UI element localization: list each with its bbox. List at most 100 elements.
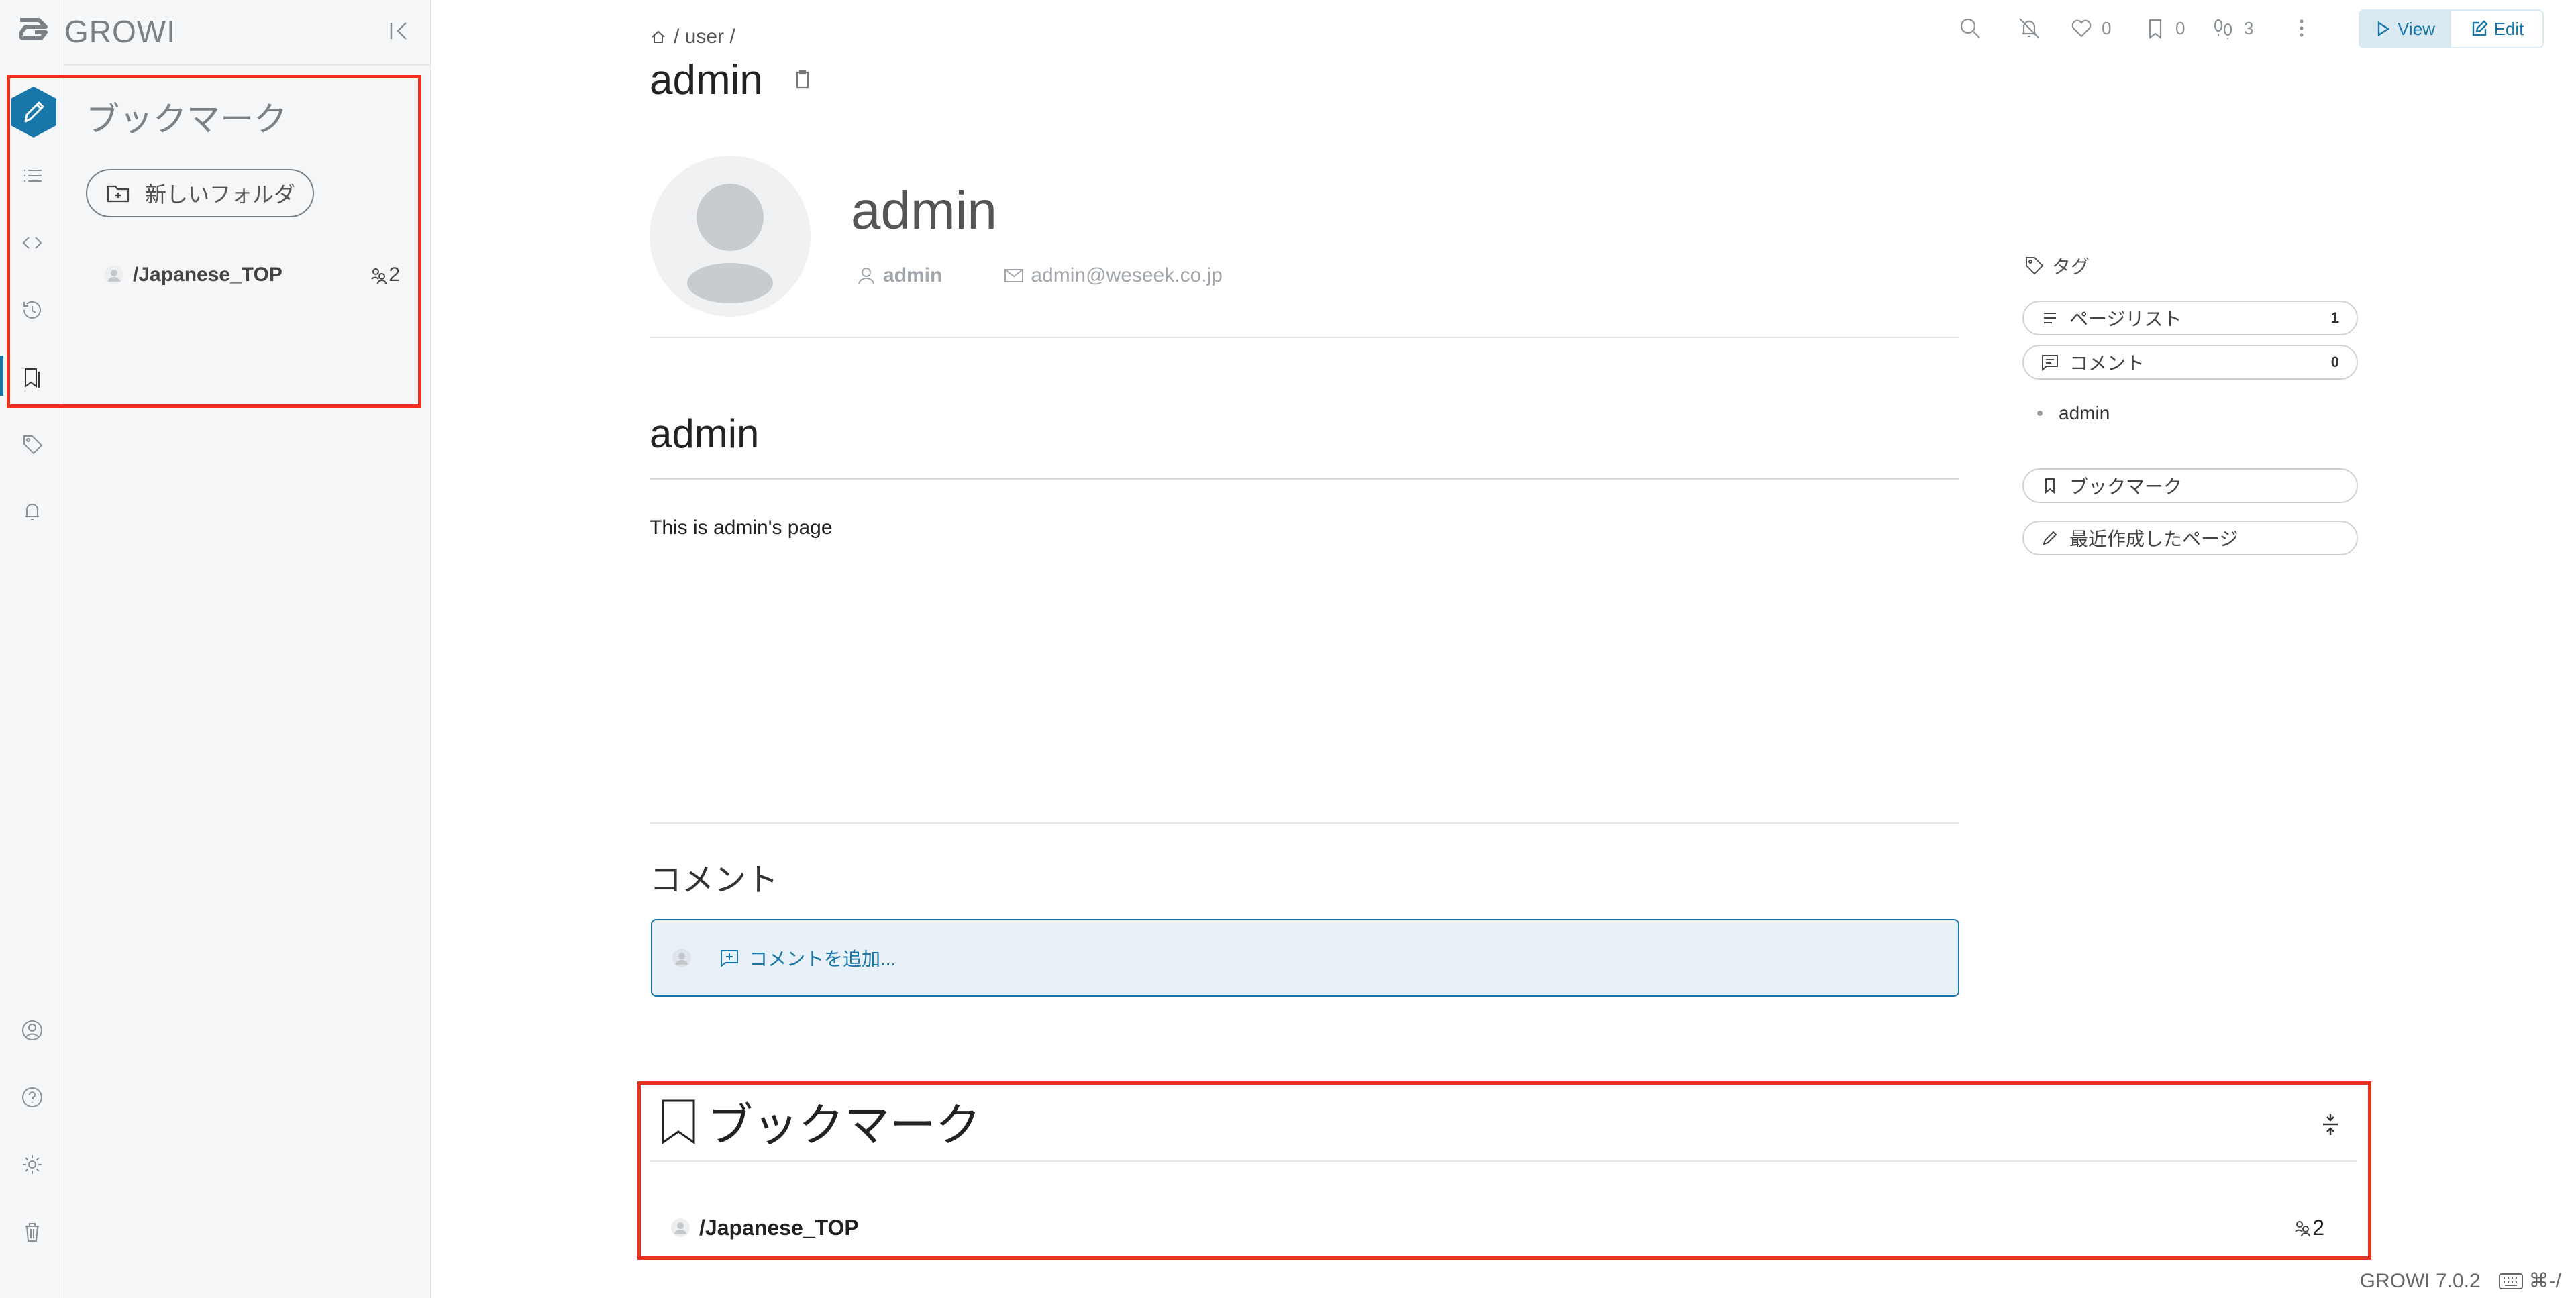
- heart-icon: [2071, 19, 2092, 38]
- like-button[interactable]: 0: [2068, 15, 2111, 42]
- collapse-expand-icon[interactable]: [2319, 1111, 2342, 1138]
- avatar: [671, 1218, 690, 1237]
- bookmark-count: 2: [2294, 1215, 2324, 1240]
- recent-pages-label: 最近作成したページ: [2069, 529, 2238, 549]
- bookmark-count-value: 2: [2312, 1215, 2324, 1240]
- seen-count: 3: [2244, 17, 2254, 38]
- new-folder-label: 新しいフォルダ: [145, 182, 296, 207]
- breadcrumb[interactable]: / user /: [650, 25, 735, 48]
- seen-users-button[interactable]: 3: [2210, 15, 2253, 42]
- bell-off-icon[interactable]: [2016, 15, 2043, 42]
- user-meta: admin admin@weseek.co.jp: [855, 264, 1223, 287]
- comments-title: コメント: [650, 863, 779, 898]
- sidebar-header-divider: [64, 64, 431, 66]
- edit-label: Edit: [2493, 18, 2524, 39]
- profile-divider: [650, 337, 1959, 338]
- comment-label: コメント: [2069, 353, 2145, 374]
- mail-icon: [1004, 269, 1024, 282]
- pen-icon[interactable]: [5, 84, 62, 140]
- comment-count-button[interactable]: コメント 0: [2022, 345, 2358, 380]
- user-avatar: [650, 156, 811, 317]
- bookmark-icon[interactable]: [13, 358, 51, 396]
- history-icon[interactable]: [13, 291, 51, 329]
- growi-logo-icon[interactable]: [12, 15, 52, 48]
- play-icon: [2377, 21, 2390, 37]
- breadcrumb-path[interactable]: / user /: [674, 25, 735, 48]
- user-username: admin: [883, 264, 943, 286]
- shortcuts-button[interactable]: ⌘-/: [2498, 1269, 2561, 1293]
- page-list-button[interactable]: ページリスト 1: [2022, 301, 2358, 335]
- tags-label-text: タグ: [2052, 256, 2090, 277]
- user-display-name: admin: [851, 180, 997, 240]
- comment-count: 0: [2330, 354, 2339, 370]
- add-comment-button[interactable]: コメントを追加...: [651, 919, 1959, 997]
- active-indicator: [0, 356, 3, 396]
- bookmark-icon: [2149, 19, 2162, 40]
- brand-name: GROWI: [64, 14, 176, 49]
- page-title: admin: [650, 57, 763, 103]
- search-icon[interactable]: [1957, 15, 1983, 42]
- new-folder-button[interactable]: 新しいフォルダ: [86, 169, 314, 217]
- collapse-sidebar-icon[interactable]: [386, 17, 413, 44]
- bookmarks-section-label: ブックマーク: [707, 1100, 982, 1151]
- bookmark-count: 2: [370, 264, 400, 286]
- user-email: admin@weseek.co.jp: [1002, 264, 1223, 287]
- page-list-count: 1: [2330, 309, 2339, 326]
- trash-icon[interactable]: [13, 1213, 51, 1250]
- page-list-label: ページリスト: [2069, 309, 2182, 329]
- bookmark-count-value: 2: [389, 264, 400, 286]
- bookmark-list-item[interactable]: /Japanese_TOP 2: [671, 1213, 2324, 1242]
- footer: GROWI 7.0.2 ⌘-/: [2360, 1269, 2561, 1293]
- page-heading: admin: [650, 411, 760, 456]
- user-silhouette-icon: [687, 184, 773, 303]
- home-icon[interactable]: [650, 28, 667, 46]
- bell-icon[interactable]: [13, 492, 51, 530]
- content-divider: [650, 822, 1959, 824]
- footprint-icon: [2214, 19, 2232, 39]
- view-label: View: [2398, 18, 2435, 39]
- tags-label[interactable]: タグ: [2022, 252, 2090, 279]
- bookmark-icon: [662, 1099, 695, 1144]
- tag-item[interactable]: admin: [2037, 402, 2110, 424]
- person-icon: [858, 268, 874, 285]
- sidebar-panel: GROWI ブックマーク 新しいフォルダ /Japanese_TOP 2: [64, 0, 431, 1298]
- list-icon: [2044, 313, 2056, 323]
- shortcut-text: ⌘-/: [2528, 1270, 2561, 1292]
- clipboard-icon[interactable]: [790, 67, 815, 91]
- bookmark-button[interactable]: 0: [2142, 15, 2185, 42]
- user-email-text: admin@weseek.co.jp: [1031, 264, 1223, 286]
- bookmarks-section-rule: [650, 1160, 2357, 1162]
- keyboard-icon: [2498, 1273, 2523, 1289]
- users-icon: [371, 268, 387, 284]
- folder-plus-icon: [107, 185, 130, 203]
- code-icon[interactable]: [13, 224, 51, 262]
- view-edit-toggle: View Edit: [2359, 9, 2544, 48]
- edit-icon: [2472, 20, 2488, 36]
- bullet: [2037, 411, 2043, 416]
- comment-icon: [2042, 355, 2058, 372]
- tag-icon: [2026, 257, 2044, 275]
- help-icon[interactable]: [13, 1079, 51, 1116]
- bookmarks-section-title: ブックマーク: [658, 1088, 981, 1154]
- bookmark-link-label: ブックマーク: [2069, 476, 2183, 497]
- bookmark-path[interactable]: /Japanese_TOP: [133, 264, 282, 286]
- recent-pages-button[interactable]: 最近作成したページ: [2022, 521, 2358, 555]
- gear-icon[interactable]: [13, 1146, 51, 1183]
- list-icon[interactable]: [13, 157, 51, 195]
- page-body-text: This is admin's page: [650, 517, 833, 539]
- sidebar-bookmark-item[interactable]: /Japanese_TOP 2: [105, 258, 400, 292]
- more-options-icon[interactable]: [2288, 15, 2315, 42]
- icon-rail: [0, 0, 64, 1298]
- pencil-icon: [2043, 531, 2057, 545]
- bookmark-count: 0: [2175, 17, 2185, 38]
- tag-icon[interactable]: [13, 425, 51, 463]
- user-circle-icon[interactable]: [13, 1012, 51, 1049]
- view-button[interactable]: View: [2359, 9, 2450, 48]
- bookmark-path[interactable]: /Japanese_TOP: [699, 1215, 859, 1240]
- bookmark-link-button[interactable]: ブックマーク: [2022, 468, 2358, 503]
- avatar: [672, 949, 691, 967]
- add-comment-label: コメントを追加...: [749, 949, 896, 969]
- comment-plus-icon: [721, 950, 738, 968]
- tag-text[interactable]: admin: [2059, 402, 2110, 424]
- edit-button[interactable]: Edit: [2450, 9, 2544, 48]
